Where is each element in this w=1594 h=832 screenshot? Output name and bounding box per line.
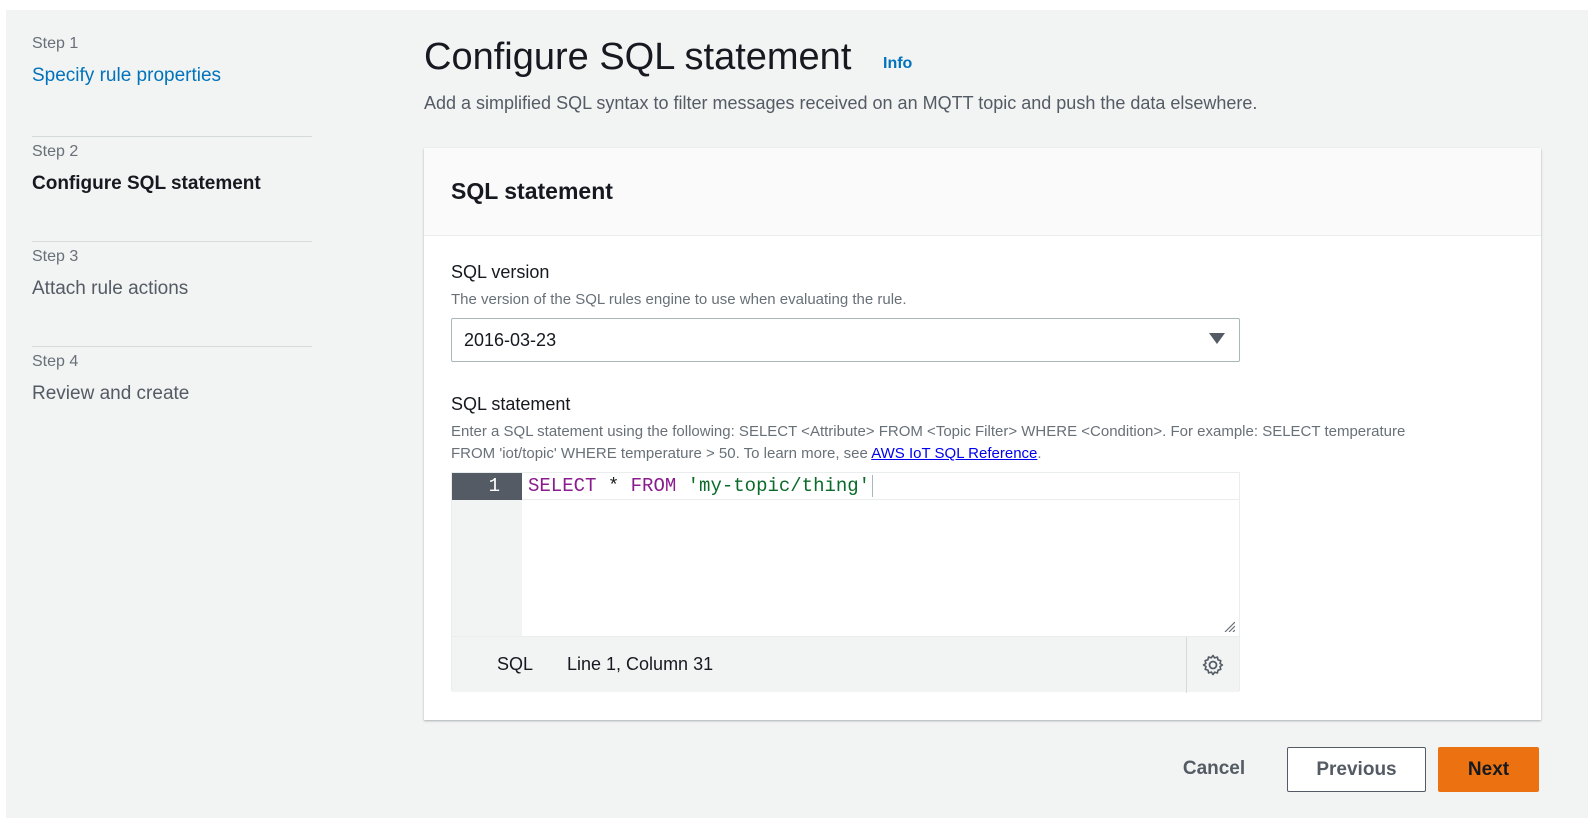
sql-statement-label: SQL statement — [451, 394, 571, 414]
editor-language: SQL — [497, 654, 534, 674]
step-3: Step 3 Attach rule actions — [32, 242, 312, 347]
resize-handle-icon[interactable] — [1223, 620, 1235, 632]
gear-icon[interactable] — [1201, 653, 1225, 677]
code-line: SELECT * FROM 'my-topic/thing' — [522, 473, 1239, 500]
step-4: Step 4 Review and create — [32, 347, 312, 452]
step-title: Attach rule actions — [32, 278, 189, 299]
step-1: Step 1 Specify rule properties — [32, 32, 312, 137]
container-title: SQL statement — [451, 178, 613, 204]
sql-version-description: The version of the SQL rules engine to u… — [451, 291, 907, 308]
step-number: Step 1 — [32, 35, 79, 52]
text-cursor — [872, 474, 874, 497]
keyword-token: SELECT — [528, 475, 597, 497]
status-divider — [1186, 637, 1187, 693]
editor-gutter: 1 — [452, 473, 522, 636]
line-number: 1 — [452, 473, 522, 500]
cursor-position: Line 1, Column 31 — [567, 654, 714, 674]
editor-status-bar: SQL Line 1, Column 31 — [452, 636, 1239, 693]
previous-button[interactable]: Previous — [1287, 747, 1426, 792]
step-number: Step 2 — [32, 143, 79, 160]
sql-version-select[interactable]: 2016-03-23 — [451, 318, 1240, 362]
sql-code-editor[interactable]: 1 SELECT * FROM 'my-topic/thing' SQL Lin… — [451, 472, 1240, 693]
cancel-button[interactable]: Cancel — [1170, 748, 1258, 790]
next-button[interactable]: Next — [1438, 747, 1539, 792]
info-link[interactable]: Info — [883, 55, 912, 73]
step-title: Review and create — [32, 383, 190, 404]
string-token: 'my-topic/thing' — [687, 475, 871, 497]
keyword-token: FROM — [630, 475, 677, 497]
sql-statement-description: Enter a SQL statement using the followin… — [451, 421, 1451, 465]
sql-version-label: SQL version — [451, 262, 550, 282]
page-description: Add a simplified SQL syntax to filter me… — [424, 93, 1258, 113]
caret-down-icon — [1209, 333, 1225, 344]
page-title: Configure SQL statement — [424, 36, 852, 78]
wizard-steps-nav: Step 1 Specify rule properties Step 2 Co… — [32, 32, 312, 452]
editor-code-area[interactable]: SELECT * FROM 'my-topic/thing' — [522, 473, 1239, 636]
step-title-current: Configure SQL statement — [32, 173, 261, 194]
sql-version-value: 2016-03-23 — [464, 329, 557, 350]
description-suffix: . — [1037, 445, 1042, 462]
step-2: Step 2 Configure SQL statement — [32, 137, 312, 242]
container-header: SQL statement — [424, 148, 1541, 236]
operator-token: * — [596, 475, 631, 497]
aws-iot-sql-reference-link[interactable]: AWS IoT SQL Reference — [871, 445, 1037, 462]
step-link-specify-rule-properties[interactable]: Specify rule properties — [32, 63, 312, 89]
step-number: Step 4 — [32, 353, 79, 370]
step-number: Step 3 — [32, 248, 79, 265]
sql-statement-container: SQL statement SQL version The version of… — [424, 148, 1541, 720]
